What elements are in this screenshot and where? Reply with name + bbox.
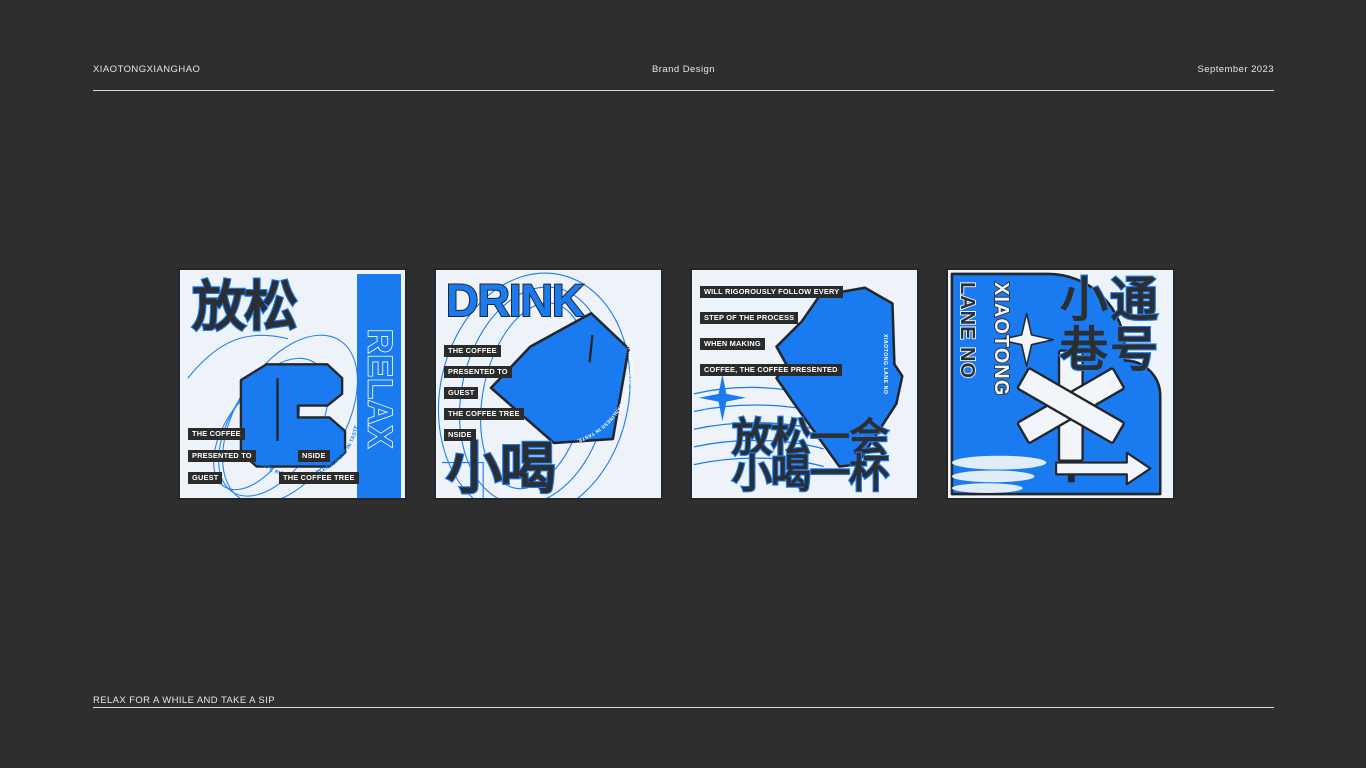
poster-relax[interactable]: ACIDITY, RICHNESS, OR CLEANLINESS IN TAS… (178, 268, 407, 500)
poster-process-headline-line-2: 小喝一杯 (731, 451, 890, 497)
chip-guest: GUEST (444, 387, 479, 399)
chip-the-coffee-tree: THE COFFEE TREE (279, 472, 359, 484)
poster-lane-headline-line-2: 巷号 (1059, 322, 1161, 378)
poster-lane[interactable]: XIAOTONG LANE NO 小通 巷号 (946, 268, 1175, 500)
chip-guest: GUEST (188, 472, 223, 484)
chip-process-line-4: COFFEE, THE COFFEE PRESENTED (700, 364, 842, 376)
poster-drink-headline: DRINK (445, 275, 585, 326)
chip-nside: NSIDE (298, 450, 330, 462)
page-header: XIAOTONGXIANGHAO Brand Design September … (93, 64, 1274, 94)
header-brand: XIAOTONGXIANGHAO (93, 64, 201, 75)
poster-lane-headline-line-1: 小通 (1059, 272, 1161, 328)
chip-the-coffee: THE COFFEE (444, 345, 501, 357)
chip-the-coffee-tree: THE COFFEE TREE (444, 408, 524, 420)
header-divider (93, 90, 1274, 91)
poster-process[interactable]: WILL RIGOROUSLY FOLLOW EVERY STEP OF THE… (690, 268, 919, 500)
poster-lane-vertical-word-1: XIAOTONG (989, 281, 1013, 397)
chip-presented-to: PRESENTED TO (188, 450, 256, 462)
chip-process-line-3: WHEN MAKING (700, 338, 765, 350)
poster-drink[interactable]: ACIDITY, RICHNESS, OR CLEANLINESS IN TAS… (434, 268, 663, 500)
poster-process-vertical-word: XIAOTONG LANE NO (882, 334, 888, 395)
page-footer: RELAX FOR A WHILE AND TAKE A SIP (93, 690, 1274, 714)
chip-the-coffee: THE COFFEE (188, 428, 245, 440)
header-title: Brand Design (652, 64, 715, 75)
chip-process-line-1: WILL RIGOROUSLY FOLLOW EVERY (700, 286, 844, 298)
chip-process-line-2: STEP OF THE PROCESS (700, 312, 799, 324)
poster-lane-vertical-word-2: LANE NO (955, 281, 979, 380)
poster-gallery: ACIDITY, RICHNESS, OR CLEANLINESS IN TAS… (178, 268, 1189, 500)
chip-nside: NSIDE (444, 429, 476, 441)
chip-presented-to: PRESENTED TO (444, 366, 512, 378)
header-date: September 2023 (1197, 64, 1274, 75)
poster-relax-vertical-band: RELAX (357, 274, 401, 498)
poster-relax-vertical-word: RELAX (360, 328, 400, 450)
footer-divider (93, 707, 1274, 708)
poster-relax-headline: 放松 (191, 275, 299, 338)
footer-caption: RELAX FOR A WHILE AND TAKE A SIP (93, 695, 275, 706)
poster-drink-subheadline: 小喝 (445, 437, 557, 500)
